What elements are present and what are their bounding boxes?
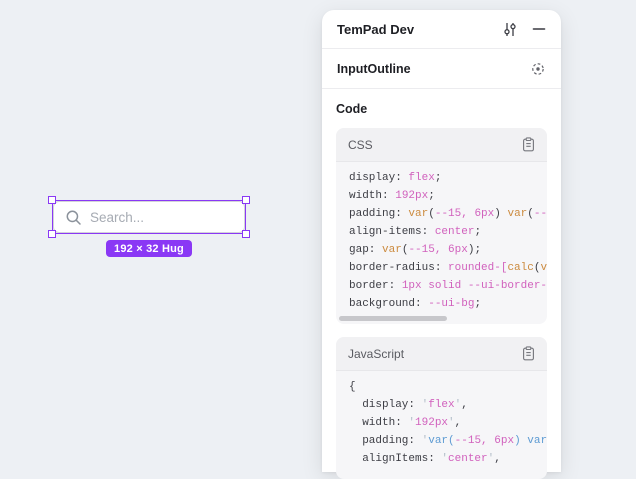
selection-handle-bottom-right[interactable] bbox=[242, 230, 250, 238]
settings-sliders-button[interactable] bbox=[502, 22, 518, 37]
minimize-button[interactable] bbox=[532, 22, 546, 36]
panel-title: TemPad Dev bbox=[337, 22, 414, 37]
copy-javascript-button[interactable] bbox=[522, 346, 535, 361]
copy-css-button[interactable] bbox=[522, 137, 535, 152]
code-section-title: Code bbox=[336, 102, 547, 116]
javascript-block-label: JavaScript bbox=[348, 347, 404, 361]
dimension-badge: 192 × 32 Hug bbox=[106, 240, 192, 257]
javascript-code-block: JavaScript { display: 'flex', width: '19… bbox=[336, 337, 547, 479]
css-code-block: CSS display: flex;width: 192px;padding: … bbox=[336, 128, 547, 324]
selected-component-frame: Search... bbox=[53, 201, 245, 233]
selection-handle-top-right[interactable] bbox=[242, 196, 250, 204]
clipboard-copy-icon bbox=[522, 346, 535, 361]
dimension-badge-wrap: 192 × 32 Hug bbox=[53, 240, 245, 257]
tempad-dev-panel: TemPad Dev InputOutline bbox=[322, 10, 561, 472]
clipboard-copy-icon bbox=[522, 137, 535, 152]
code-section: Code CSS display: flex;width: 192px;padd… bbox=[322, 89, 561, 479]
javascript-code-content[interactable]: { display: 'flex', width: '192px', paddi… bbox=[336, 371, 547, 479]
javascript-block-header: JavaScript bbox=[336, 337, 547, 371]
locate-component-button[interactable] bbox=[530, 61, 546, 77]
panel-header: TemPad Dev bbox=[322, 10, 561, 49]
css-block-header: CSS bbox=[336, 128, 547, 162]
minimize-icon bbox=[532, 22, 546, 36]
selected-component-row: InputOutline bbox=[322, 49, 561, 89]
magnifier-icon bbox=[65, 209, 82, 226]
panel-header-actions bbox=[502, 22, 546, 37]
css-block-label: CSS bbox=[348, 138, 373, 152]
selection-handle-top-left[interactable] bbox=[48, 196, 56, 204]
search-placeholder-text: Search... bbox=[90, 210, 144, 225]
selection-handle-bottom-left[interactable] bbox=[48, 230, 56, 238]
css-code-content[interactable]: display: flex;width: 192px;padding: var(… bbox=[336, 162, 547, 324]
selected-component-name: InputOutline bbox=[337, 62, 411, 76]
sliders-icon bbox=[502, 22, 518, 37]
locate-target-icon bbox=[530, 61, 546, 77]
search-input[interactable]: Search... bbox=[53, 201, 245, 233]
horizontal-scrollbar-thumb[interactable] bbox=[339, 316, 447, 321]
